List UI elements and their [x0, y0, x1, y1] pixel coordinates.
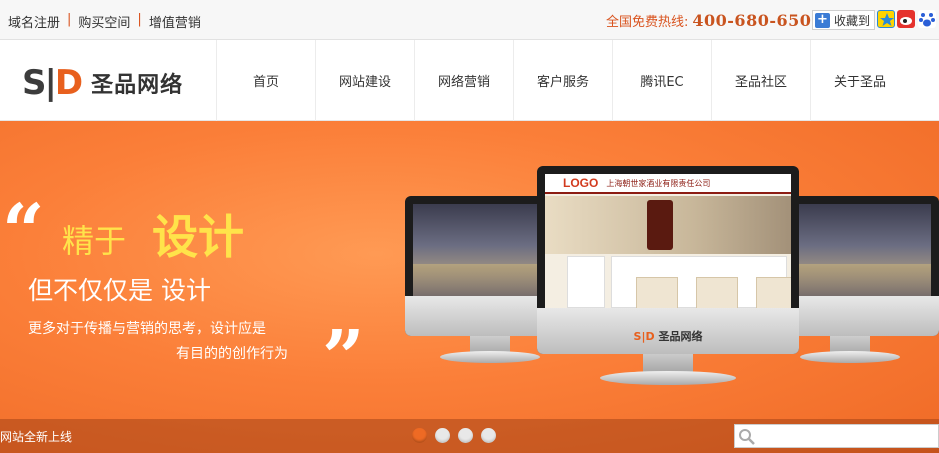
domain-register-link[interactable]: 域名注册 [8, 12, 60, 31]
left-monitor [405, 196, 555, 336]
value-added-marketing-link[interactable]: 增值营销 [149, 12, 201, 31]
nav-item-home[interactable]: 首页 [216, 40, 315, 121]
screen-company-name: 上海朝世家酒业有限责任公司 [606, 178, 711, 188]
monitor-brand-name: 圣品网络 [658, 330, 703, 343]
screen-logo: LOGO [563, 176, 599, 190]
open-quote: “ [2, 189, 45, 275]
favorite-button[interactable]: + 收藏到 [812, 10, 876, 30]
close-quote: ” [322, 315, 365, 401]
logo-mark-s: S [22, 63, 46, 103]
favorite-label: 收藏到 [834, 13, 871, 28]
slide-dot-3[interactable] [458, 428, 473, 443]
headline-prefix: 精于 [62, 222, 127, 260]
slide-dot-1[interactable] [412, 428, 427, 443]
nav-item-online-marketing[interactable]: 网络营销 [414, 40, 513, 121]
nav-item-website-building[interactable]: 网站建设 [315, 40, 414, 121]
banner-bottom-strip: 网站全新上线 [0, 419, 939, 453]
logo-mark-d: D [54, 63, 83, 103]
nav-item-customer-service[interactable]: 客户服务 [513, 40, 612, 121]
slide-dot-4[interactable] [481, 428, 496, 443]
center-monitor-screen: LOGO 上海朝世家酒业有限责任公司 [545, 174, 791, 308]
plus-icon: + [815, 12, 830, 28]
center-monitor: LOGO 上海朝世家酒业有限责任公司 S|D 圣品网络 [537, 166, 799, 354]
screen-body [545, 256, 791, 308]
headline-main: 设计 [152, 210, 244, 264]
logo-name: 圣品网络 [91, 73, 184, 98]
top-bar: 域名注册 | 购买空间 | 增值营销 全国免费热线: 400-680-6508 +… [0, 0, 939, 40]
main-nav: 首页 网站建设 网络营销 客户服务 腾讯EC 圣品社区 关于圣品 [216, 40, 909, 121]
separator: | [67, 12, 72, 27]
search-icon[interactable] [738, 428, 756, 450]
weibo-share-icon[interactable] [897, 10, 915, 28]
slide-dot-2[interactable] [435, 428, 450, 443]
site-logo[interactable]: S|D 圣品网络 [22, 66, 183, 100]
top-links: 域名注册 | 购买空间 | 增值营销 [8, 12, 201, 31]
subheadline: 但不仅仅是 设计 [28, 276, 211, 305]
header: S|D 圣品网络 首页 网站建设 网络营销 客户服务 腾讯EC 圣品社区 关于圣… [0, 40, 939, 121]
buy-hosting-link[interactable]: 购买空间 [78, 12, 130, 31]
slide-indicators [412, 428, 504, 443]
monitor-brand: S|D 圣品网络 [633, 330, 703, 343]
nav-item-tencent-ec[interactable]: 腾讯EC [612, 40, 711, 121]
qzone-share-icon[interactable] [877, 10, 895, 28]
baidu-share-icon[interactable] [918, 10, 936, 28]
search-input[interactable] [757, 425, 937, 447]
nav-item-community[interactable]: 圣品社区 [711, 40, 810, 121]
left-monitor-screen [413, 204, 547, 296]
tagline-line-1: 更多对于传播与营销的思考，设计应是 [28, 321, 266, 337]
right-monitor [790, 196, 939, 336]
logo-mark-bar: | [44, 63, 58, 103]
hotline-label: 全国免费热线: [606, 15, 689, 30]
hotline: 全国免费热线: 400-680-6508 [606, 11, 823, 30]
screen-site-header: LOGO 上海朝世家酒业有限责任公司 [545, 174, 791, 194]
tagline-line-2: 有目的的创作行为 [176, 346, 288, 362]
separator: | [137, 12, 142, 27]
right-monitor-base [800, 351, 900, 363]
right-monitor-screen [798, 204, 931, 296]
search-box [734, 424, 939, 448]
news-ticker[interactable]: 网站全新上线 [0, 428, 72, 445]
logo-mark: S|D [22, 63, 83, 103]
left-monitor-base [440, 351, 540, 363]
hero-banner[interactable]: “ 精于 设计 但不仅仅是 设计 更多对于传播与营销的思考，设计应是 有目的的创… [0, 121, 939, 453]
hotline-number: 400-680-6508 [692, 11, 823, 30]
screen-hero-image [545, 196, 791, 254]
center-monitor-base [600, 371, 736, 385]
nav-item-about[interactable]: 关于圣品 [810, 40, 909, 121]
